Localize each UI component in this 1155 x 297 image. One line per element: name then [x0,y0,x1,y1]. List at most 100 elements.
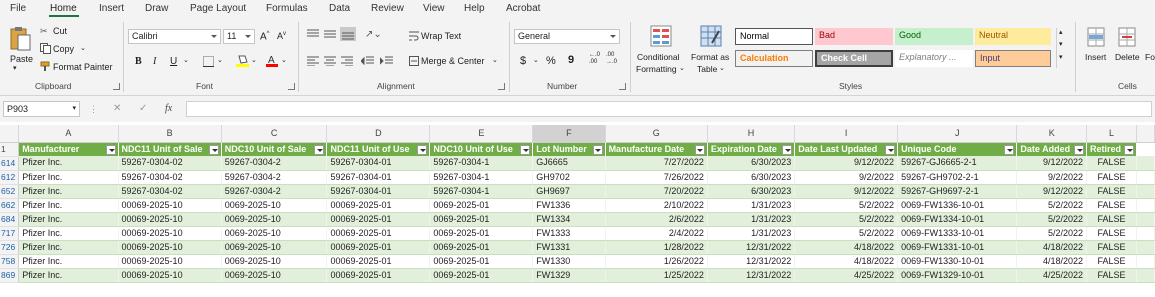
styles-gallery-scroll[interactable]: ▴ ▾ ▾ [1056,28,1067,68]
number-dialog-launcher[interactable] [619,83,626,90]
decrease-indent-icon[interactable] [361,56,374,66]
table-cell[interactable]: 0069-2025-10 [221,240,328,255]
table-cell[interactable]: FALSE [1086,184,1137,199]
copy-icon[interactable] [40,43,51,54]
increase-font-size-icon[interactable]: A^ [260,31,270,42]
row-header[interactable]: 717 [0,226,20,241]
style-explanatory[interactable]: Explanatory ... [895,50,973,67]
table-cell-empty[interactable] [1136,254,1155,269]
table-cell[interactable]: FALSE [1086,212,1137,227]
format-as-table-icon[interactable] [700,25,722,47]
chevron-down-icon[interactable]: ⌄ [251,56,257,64]
table-cell[interactable]: 0069-2025-10 [221,198,328,213]
table-cell[interactable]: 59267-0304-02 [118,170,222,185]
enter-icon[interactable]: ✓ [139,103,147,114]
table-cell[interactable]: 0069-2025-01 [429,240,534,255]
decrease-font-size-icon[interactable]: Av [277,31,286,41]
table-header-cell[interactable]: Date Added [1016,142,1088,156]
table-cell-empty[interactable] [1136,184,1155,199]
table-cell[interactable]: 00069-2025-10 [118,198,222,213]
tab-review[interactable]: Review [371,3,404,14]
table-cell[interactable]: Pfizer Inc. [18,198,119,213]
bold-icon[interactable]: B [135,56,142,67]
format-painter-icon[interactable] [40,61,52,72]
table-cell[interactable]: 7/20/2022 [605,184,708,199]
style-input[interactable]: Input [975,50,1051,67]
table-cell[interactable]: FALSE [1086,198,1137,213]
table-cell[interactable]: 59267-0304-01 [326,184,431,199]
filter-dropdown-icon[interactable] [1004,144,1015,155]
style-check-cell[interactable]: Check Cell [815,50,893,67]
table-cell[interactable]: Pfizer Inc. [18,240,119,255]
sort-descending-icon[interactable] [694,144,705,155]
filter-dropdown-icon[interactable] [782,144,793,155]
table-cell[interactable]: 0069-2025-01 [429,212,534,227]
table-cell[interactable]: FALSE [1086,156,1137,171]
table-cell[interactable]: 1/26/2022 [605,254,708,269]
align-right-icon[interactable] [341,56,353,66]
row-header[interactable]: 614 [0,156,20,171]
row-header[interactable]: 1 [0,142,20,157]
table-cell[interactable]: 00069-2025-10 [118,268,222,283]
table-cell[interactable]: 0069-2025-01 [429,254,534,269]
cancel-icon[interactable]: ✕ [113,103,121,114]
filter-dropdown-icon[interactable] [208,144,219,155]
table-cell[interactable]: 0069-2025-10 [221,268,328,283]
table-cell[interactable]: 6/30/2023 [707,156,796,171]
table-cell[interactable]: FW1336 [532,198,606,213]
table-cell[interactable]: 0069-FW1331-10-01 [897,240,1018,255]
table-cell[interactable]: 4/18/2022 [794,254,899,269]
paste-button[interactable]: Paste [10,54,33,64]
table-cell[interactable]: 59267-0304-2 [221,170,328,185]
chevron-down-icon[interactable]: ⌄ [217,56,223,64]
style-normal[interactable]: Normal [735,28,813,45]
wrap-text-button[interactable]: Wrap Text [421,31,461,41]
style-bad[interactable]: Bad [815,28,893,45]
chevron-down-icon[interactable]: ⌄ [533,56,539,64]
table-cell[interactable]: 0069-2025-10 [221,226,328,241]
increase-decimal-icon[interactable]: ←.0.00 [589,52,600,66]
table-cell-empty[interactable] [1136,198,1155,213]
table-cell[interactable]: 1/28/2022 [605,240,708,255]
font-name-select[interactable]: Calibri [128,29,221,44]
table-cell[interactable]: FALSE [1086,170,1137,185]
table-header-cell[interactable]: NDC11 Unit of Use [326,142,431,156]
table-cell[interactable]: 12/31/2022 [707,240,796,255]
table-cell[interactable]: FALSE [1086,268,1137,283]
merge-center-button[interactable]: Merge & Center [421,56,485,66]
table-cell[interactable]: 0069-2025-10 [221,254,328,269]
table-cell[interactable]: 59267-GH9702-2-1 [897,170,1018,185]
table-cell[interactable]: 4/25/2022 [1016,268,1088,283]
orientation-icon[interactable]: ↗⌄ [365,29,382,40]
table-cell[interactable]: 5/2/2022 [794,226,899,241]
fill-color-icon[interactable] [236,54,249,68]
column-header[interactable]: G [605,125,708,143]
copy-button[interactable]: Copy [53,44,74,54]
table-cell[interactable]: 5/2/2022 [1016,198,1088,213]
table-cell[interactable]: 59267-GH9697-2-1 [897,184,1018,199]
table-cell[interactable]: 6/30/2023 [707,184,796,199]
delete-button[interactable]: Delete [1115,52,1140,62]
cut-button[interactable]: Cut [53,26,67,36]
tab-page-layout[interactable]: Page Layout [190,3,246,14]
table-cell[interactable]: 0069-FW1334-10-01 [897,212,1018,227]
row-header[interactable]: 869 [0,268,20,283]
paste-icon[interactable] [9,26,31,52]
table-cell[interactable]: 4/18/2022 [1016,254,1088,269]
table-cell[interactable]: Pfizer Inc. [18,212,119,227]
table-cell[interactable]: 4/25/2022 [794,268,899,283]
table-header-cell[interactable]: NDC10 Unit of Sale [221,142,328,156]
table-cell[interactable]: 00069-2025-10 [118,254,222,269]
table-header-cell[interactable]: NDC10 Unit of Use [429,142,534,156]
tab-insert[interactable]: Insert [99,3,124,14]
table-cell[interactable]: 0069-2025-10 [221,212,328,227]
table-cell[interactable]: 00069-2025-10 [118,226,222,241]
table-cell[interactable]: 2/4/2022 [605,226,708,241]
table-cell[interactable]: 5/2/2022 [1016,226,1088,241]
table-header-cell[interactable]: Manufacturer [18,142,119,156]
table-cell[interactable]: 2/10/2022 [605,198,708,213]
table-cell[interactable]: 59267-0304-1 [429,170,534,185]
column-header[interactable]: E [429,125,534,143]
table-header-cell[interactable]: Manufacture Date [605,142,708,156]
chevron-down-icon[interactable]: ⌄ [183,56,189,64]
